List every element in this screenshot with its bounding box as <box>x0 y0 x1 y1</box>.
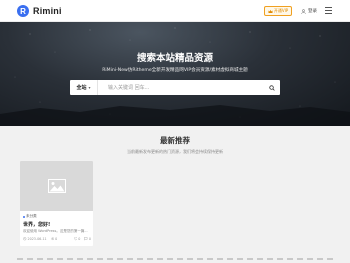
post-thumbnail[interactable] <box>20 161 93 211</box>
post-views-value: 0 <box>55 237 58 241</box>
post-card[interactable]: 未分类 世界，您好! 欢迎使用 WordPress。这是您的第一篇... 202… <box>20 161 93 246</box>
login-button[interactable]: 登录 <box>301 6 317 16</box>
category-dot-icon <box>23 215 25 218</box>
logo-mark: R <box>17 5 29 17</box>
hero-title: 搜索本站精品资源 <box>136 53 213 64</box>
heart-icon <box>73 237 78 241</box>
post-views: 0 <box>50 237 58 241</box>
search-icon <box>269 84 275 91</box>
clock-icon <box>23 237 27 241</box>
chevron-down-icon: ▾ <box>88 85 91 90</box>
post-meta: 2023-06-11 0 0 0 <box>23 237 91 241</box>
search-input[interactable] <box>98 80 264 95</box>
logo-text: Rimini <box>33 6 62 16</box>
login-label: 登录 <box>308 9 317 14</box>
section-subtitle: 当前最新发布更新的热门资源，我们将会持续保持更新 <box>127 149 223 154</box>
search-category-label: 全站 <box>76 85 87 91</box>
search-bar: 全站 ▾ <box>70 80 280 95</box>
footer-divider <box>17 258 333 263</box>
post-category[interactable]: 未分类 <box>23 214 37 219</box>
hero-banner: 搜索本站精品资源 RiMini-New仿Ritheme全新开发精品网VIP会员资… <box>0 22 350 126</box>
hero-subtitle: RiMini-New仿Ritheme全新开发精品网VIP会员资源/素材虚拟商城主… <box>102 68 248 73</box>
crown-icon <box>268 9 273 13</box>
post-likes-value: 0 <box>78 237 81 241</box>
comment-icon <box>84 237 88 241</box>
site-logo[interactable]: R Rimini <box>17 4 62 18</box>
post-likes: 0 <box>73 237 81 241</box>
post-category-label: 未分类 <box>26 214 37 218</box>
image-placeholder-icon <box>47 179 66 193</box>
eye-icon <box>50 237 55 241</box>
search-category-select[interactable]: 全站 ▾ <box>70 80 98 95</box>
post-title[interactable]: 世界，您好! <box>23 221 50 228</box>
menu-icon[interactable] <box>325 7 332 14</box>
vip-button-label: 开通VIP <box>273 8 289 13</box>
starfield-background <box>0 27 350 126</box>
post-date-value: 2023-06-11 <box>27 237 47 241</box>
section-title: 最新推荐 <box>160 136 190 145</box>
vip-button[interactable]: 开通VIP <box>264 6 292 16</box>
post-comments: 0 <box>84 237 91 241</box>
search-button[interactable] <box>264 80 280 95</box>
post-excerpt: 欢迎使用 WordPress。这是您的第一篇... <box>23 229 88 233</box>
post-comments-value: 0 <box>88 237 91 241</box>
site-header: R Rimini 开通VIP 登录 <box>0 0 350 22</box>
post-date: 2023-06-11 <box>23 237 47 241</box>
user-icon <box>301 8 306 14</box>
